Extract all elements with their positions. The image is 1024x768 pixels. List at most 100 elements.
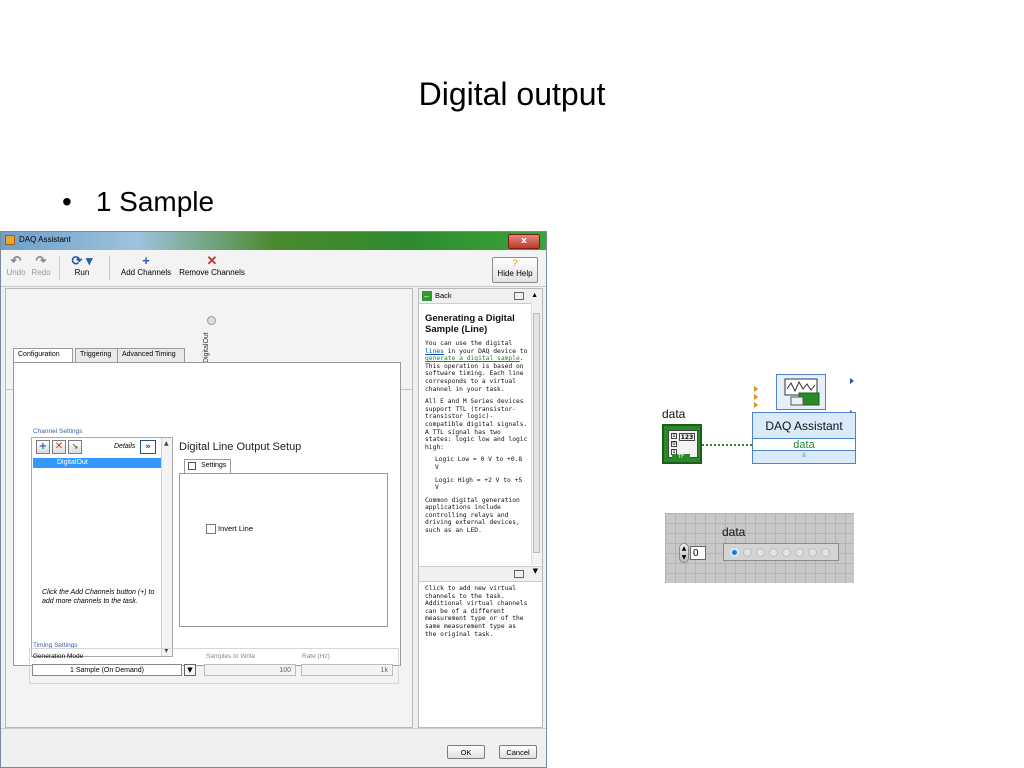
invert-line-checkbox[interactable] xyxy=(206,524,216,535)
invert-line-option[interactable]: Invert Line xyxy=(206,524,254,535)
toolbar: ↶ Undo ↷ Redo ⟳ ▾ Run + Add Channels ✕ Remove… xyxy=(1,250,546,287)
rate-input[interactable]: 1k xyxy=(301,664,393,676)
boolean-led[interactable] xyxy=(730,548,739,557)
boolean-led[interactable] xyxy=(795,548,804,557)
boolean-led[interactable] xyxy=(743,548,752,557)
scroll-thumb[interactable] xyxy=(533,313,540,553)
samples-to-write-input[interactable]: 100 xyxy=(204,664,296,676)
context-help-bar: ▼ xyxy=(419,566,542,582)
run-label: Run xyxy=(74,268,90,277)
help-icon: ? xyxy=(512,258,518,268)
help-paragraph: You can use the digital lines in your DA… xyxy=(425,340,528,393)
boolean-type-tag: TF xyxy=(672,454,690,461)
front-panel: data ▲ ▼ 0 xyxy=(665,513,854,583)
boolean-led[interactable] xyxy=(821,548,830,557)
bullet-item: • 1 Sample xyxy=(62,186,214,218)
add-channels-button[interactable]: + Add Channels xyxy=(117,253,175,277)
run-button[interactable]: ⟳ ▾ Run xyxy=(65,253,99,277)
rate-label: Rate (Hz) xyxy=(302,653,330,660)
settings-tab-label: Settings xyxy=(201,462,227,469)
add-channels-hint: Click the Add Channels button (+) to add… xyxy=(42,589,155,605)
node-name: DAQ Assistant xyxy=(765,419,843,433)
boolean-led[interactable] xyxy=(782,548,791,557)
back-button[interactable]: Back xyxy=(435,289,452,303)
plus-icon: + xyxy=(142,253,150,268)
remove-channels-button[interactable]: ✕ Remove Channels xyxy=(177,253,247,277)
hide-help-button[interactable]: ? Hide Help xyxy=(492,257,538,283)
context-help-text: Click to add new virtual channels to the… xyxy=(425,585,528,638)
chevron-up-icon[interactable]: ▲ xyxy=(531,289,538,303)
logic-high-text: Logic High = +2 V to +5 V xyxy=(435,476,523,492)
undo-button[interactable]: ↶ Undo xyxy=(5,253,27,277)
array-control-label: data xyxy=(722,525,746,539)
remove-icon: ✕ xyxy=(206,253,218,268)
settings-icon xyxy=(188,462,196,470)
back-arrow-icon[interactable]: ← xyxy=(422,291,432,301)
setup-title: Digital Line Output Setup xyxy=(179,441,302,453)
help-content: Generating a Digital Sample (Line) You c… xyxy=(425,307,529,540)
channel-list: + ✕ ↘ Details » DigitalOut Click the Add… xyxy=(31,437,173,657)
boolean-led[interactable] xyxy=(769,548,778,557)
array-cell: 1 xyxy=(671,433,677,439)
rename-channel-button[interactable]: ↘ xyxy=(68,440,82,454)
help-toolbar: ← Back ▲ xyxy=(419,289,542,304)
tab-configuration[interactable]: Configuration xyxy=(13,348,73,363)
index-value[interactable]: 0 xyxy=(690,546,706,560)
tab-triggering[interactable]: Triggering xyxy=(75,348,120,362)
boolean-array-constant[interactable]: 1 0 1 123 TF xyxy=(662,424,702,464)
tab-settings[interactable]: Settings xyxy=(184,459,232,473)
remove-channel-button[interactable]: ✕ xyxy=(52,440,66,454)
samples-to-write-label: Samples to Write xyxy=(206,653,256,660)
invert-line-label: Invert Line xyxy=(218,524,254,533)
generation-mode-dropdown-icon[interactable]: ▼ xyxy=(184,664,196,676)
generate-sample-link[interactable]: generate a digital sample xyxy=(425,355,520,362)
ok-button[interactable]: OK xyxy=(447,745,485,759)
close-button[interactable]: x xyxy=(508,234,540,249)
channel-settings-label: Channel Settings xyxy=(33,428,83,435)
scroll-up-icon: ▲ xyxy=(164,440,169,447)
data-terminal[interactable]: data xyxy=(753,438,855,451)
list-item[interactable]: DigitalOut xyxy=(33,458,161,468)
toolbar-separator xyxy=(59,256,60,280)
expand-icon[interactable]: ≚ xyxy=(753,452,855,460)
cancel-button[interactable]: Cancel xyxy=(499,745,537,759)
array-index: ▲ ▼ 0 xyxy=(679,543,706,563)
dialog-footer: OK Cancel xyxy=(1,728,546,767)
details-toggle-button[interactable]: » xyxy=(140,440,156,454)
window-titlebar[interactable]: DAQ Assistant x xyxy=(1,232,546,250)
array-cell: 0 xyxy=(671,441,677,447)
daq-waveform-icon xyxy=(776,374,826,410)
output-pin[interactable] xyxy=(850,378,854,384)
window-icon[interactable] xyxy=(514,292,524,300)
generation-mode-select[interactable]: 1 Sample (On Demand) xyxy=(32,664,182,676)
help-heading: Generating a Digital Sample (Line) xyxy=(425,313,515,335)
bullet-text: 1 Sample xyxy=(95,186,215,217)
redo-button[interactable]: ↷ Redo xyxy=(29,253,53,277)
tab-advanced-timing[interactable]: Advanced Timing xyxy=(117,348,185,362)
details-label: Details xyxy=(114,443,136,450)
redo-label: Redo xyxy=(31,268,51,277)
input-pin[interactable] xyxy=(754,402,758,408)
boolean-led[interactable] xyxy=(756,548,765,557)
input-pin[interactable] xyxy=(754,394,758,400)
toolbar-separator xyxy=(109,256,110,280)
input-pin[interactable] xyxy=(754,386,758,392)
help-paragraph: All E and M Series devices support TTL (… xyxy=(425,398,528,451)
add-channel-button[interactable]: + xyxy=(36,440,50,454)
help-scrollbar[interactable] xyxy=(531,303,542,565)
node-body: DAQ Assistant data ≚ xyxy=(752,412,856,464)
index-spinner[interactable]: ▲ ▼ xyxy=(679,543,689,563)
daq-assistant-node[interactable]: DAQ Assistant data ≚ xyxy=(752,374,856,464)
channel-list-scrollbar[interactable]: ▲ ▼ xyxy=(161,438,172,656)
boolean-array-control xyxy=(723,543,839,561)
data-wire[interactable] xyxy=(702,444,752,446)
timing-settings: Generation Mode 1 Sample (On Demand) ▼ S… xyxy=(29,648,399,684)
bullet-dot: • xyxy=(62,186,72,217)
boolean-led[interactable] xyxy=(808,548,817,557)
window-icon[interactable] xyxy=(514,570,524,578)
generation-mode-label: Generation Mode xyxy=(33,653,84,660)
slide-title: Digital output xyxy=(418,76,606,112)
app-icon xyxy=(5,235,15,245)
lines-link[interactable]: lines xyxy=(425,348,444,355)
chevron-down-icon[interactable]: ▼ xyxy=(533,567,538,575)
